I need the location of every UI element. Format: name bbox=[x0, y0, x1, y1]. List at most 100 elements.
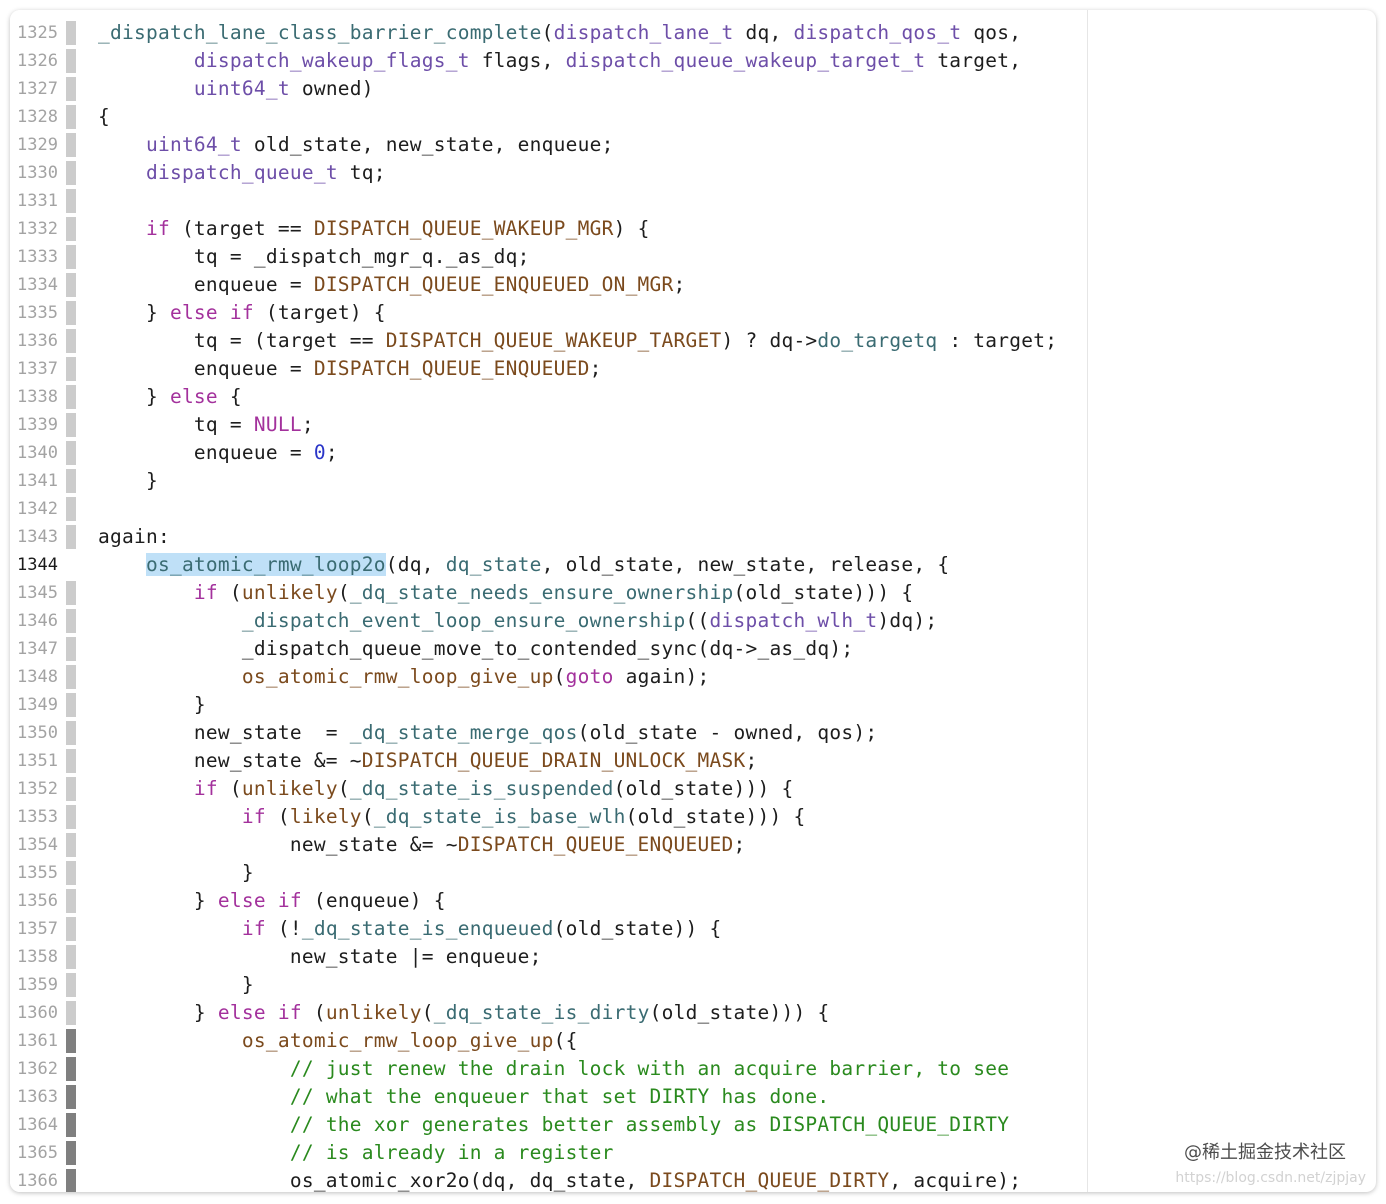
change-indicator-bar[interactable] bbox=[66, 1113, 76, 1137]
change-indicator-bar[interactable] bbox=[66, 357, 76, 381]
change-indicator-bar[interactable] bbox=[66, 693, 76, 717]
code-line[interactable]: os_atomic_rmw_loop_give_up(goto again); bbox=[98, 663, 710, 691]
change-indicator-bar[interactable] bbox=[66, 21, 76, 45]
code-line[interactable]: again: bbox=[98, 523, 170, 551]
change-indicator-bar[interactable] bbox=[66, 805, 76, 829]
code-line[interactable]: dispatch_queue_t tq; bbox=[98, 159, 386, 187]
line-number[interactable]: 1359 bbox=[10, 971, 58, 999]
change-indicator-bar[interactable] bbox=[66, 721, 76, 745]
code-line[interactable]: } bbox=[98, 691, 206, 719]
code-line[interactable]: tq = (target == DISPATCH_QUEUE_WAKEUP_TA… bbox=[98, 327, 1057, 355]
change-indicator-bar[interactable] bbox=[66, 161, 76, 185]
line-number[interactable]: 1342 bbox=[10, 495, 58, 523]
line-number[interactable]: 1353 bbox=[10, 803, 58, 831]
change-indicator-bar[interactable] bbox=[66, 189, 76, 213]
line-number[interactable]: 1328 bbox=[10, 103, 58, 131]
line-number[interactable]: 1325 bbox=[10, 19, 58, 47]
line-number[interactable]: 1326 bbox=[10, 47, 58, 75]
line-number[interactable]: 1327 bbox=[10, 75, 58, 103]
code-line[interactable]: _dispatch_event_loop_ensure_ownership((d… bbox=[98, 607, 937, 635]
code-line[interactable]: enqueue = DISPATCH_QUEUE_ENQUEUED_ON_MGR… bbox=[98, 271, 686, 299]
change-indicator-bar[interactable] bbox=[66, 525, 76, 549]
line-number[interactable]: 1348 bbox=[10, 663, 58, 691]
code-line[interactable]: dispatch_wakeup_flags_t flags, dispatch_… bbox=[98, 47, 1021, 75]
change-indicator-bar[interactable] bbox=[66, 413, 76, 437]
change-indicator-bar[interactable] bbox=[66, 217, 76, 241]
code-line[interactable]: tq = NULL; bbox=[98, 411, 314, 439]
change-indicator-bar[interactable] bbox=[66, 273, 76, 297]
code-line[interactable]: os_atomic_rmw_loop2o(dq, dq_state, old_s… bbox=[98, 551, 949, 579]
line-number[interactable]: 1333 bbox=[10, 243, 58, 271]
code-line[interactable]: if (target == DISPATCH_QUEUE_WAKEUP_MGR)… bbox=[98, 215, 650, 243]
change-indicator-bar[interactable] bbox=[66, 441, 76, 465]
code-line[interactable]: if (unlikely(_dq_state_is_suspended(old_… bbox=[98, 775, 793, 803]
change-indicator-bar[interactable] bbox=[66, 329, 76, 353]
change-indicator-bar[interactable] bbox=[66, 469, 76, 493]
code-line[interactable]: os_atomic_xor2o(dq, dq_state, DISPATCH_Q… bbox=[98, 1167, 1021, 1192]
code-line[interactable]: } bbox=[98, 971, 254, 999]
code-line[interactable]: new_state &= ~DISPATCH_QUEUE_DRAIN_UNLOC… bbox=[98, 747, 757, 775]
line-number[interactable]: 1349 bbox=[10, 691, 58, 719]
line-number[interactable]: 1364 bbox=[10, 1111, 58, 1139]
change-indicator-bar[interactable] bbox=[66, 1029, 76, 1053]
code-line[interactable]: new_state |= enqueue; bbox=[98, 943, 542, 971]
code-line[interactable]: // is already in a register bbox=[98, 1139, 614, 1167]
change-indicator-bar[interactable] bbox=[66, 777, 76, 801]
change-indicator-bar[interactable] bbox=[66, 861, 76, 885]
code-line[interactable]: // just renew the drain lock with an acq… bbox=[98, 1055, 1009, 1083]
line-number[interactable]: 1332 bbox=[10, 215, 58, 243]
code-line[interactable]: } else if (enqueue) { bbox=[98, 887, 446, 915]
change-indicator-bar[interactable] bbox=[66, 1057, 76, 1081]
code-line[interactable]: } else if (unlikely(_dq_state_is_dirty(o… bbox=[98, 999, 829, 1027]
line-number[interactable]: 1341 bbox=[10, 467, 58, 495]
change-indicator-bar[interactable] bbox=[66, 889, 76, 913]
code-line[interactable]: _dispatch_lane_class_barrier_complete(di… bbox=[98, 19, 1021, 47]
line-number[interactable]: 1352 bbox=[10, 775, 58, 803]
change-indicator-bar[interactable] bbox=[66, 833, 76, 857]
code-line[interactable]: uint64_t old_state, new_state, enqueue; bbox=[98, 131, 614, 159]
line-number[interactable]: 1336 bbox=[10, 327, 58, 355]
code-line[interactable]: new_state &= ~DISPATCH_QUEUE_ENQUEUED; bbox=[98, 831, 745, 859]
change-indicator-bar[interactable] bbox=[66, 497, 76, 521]
change-indicator-bar[interactable] bbox=[66, 245, 76, 269]
code-line[interactable]: _dispatch_queue_move_to_contended_sync(d… bbox=[98, 635, 853, 663]
line-number[interactable]: 1344 bbox=[10, 551, 58, 579]
line-number[interactable]: 1358 bbox=[10, 943, 58, 971]
line-number[interactable]: 1346 bbox=[10, 607, 58, 635]
line-number[interactable]: 1360 bbox=[10, 999, 58, 1027]
code-line[interactable]: } else if (target) { bbox=[98, 299, 386, 327]
line-number[interactable]: 1329 bbox=[10, 131, 58, 159]
line-number[interactable]: 1340 bbox=[10, 439, 58, 467]
line-number[interactable]: 1347 bbox=[10, 635, 58, 663]
change-indicator-bar[interactable] bbox=[66, 385, 76, 409]
line-number[interactable]: 1365 bbox=[10, 1139, 58, 1167]
change-indicator-bar[interactable] bbox=[66, 637, 76, 661]
code-line[interactable]: tq = _dispatch_mgr_q._as_dq; bbox=[98, 243, 530, 271]
line-number[interactable]: 1351 bbox=[10, 747, 58, 775]
line-number[interactable]: 1331 bbox=[10, 187, 58, 215]
code-line[interactable]: if (unlikely(_dq_state_needs_ensure_owne… bbox=[98, 579, 913, 607]
line-number[interactable]: 1362 bbox=[10, 1055, 58, 1083]
change-indicator-bar[interactable] bbox=[66, 77, 76, 101]
change-indicator-bar[interactable] bbox=[66, 609, 76, 633]
change-indicator-bar[interactable] bbox=[66, 105, 76, 129]
line-number[interactable]: 1335 bbox=[10, 299, 58, 327]
change-indicator-bar[interactable] bbox=[66, 665, 76, 689]
change-indicator-bar[interactable] bbox=[66, 49, 76, 73]
line-number[interactable]: 1356 bbox=[10, 887, 58, 915]
line-number-gutter[interactable]: 1325 1326 1327 1328 1329 1330 1331 1332 1333 1334… bbox=[10, 10, 80, 1192]
line-number[interactable]: 1339 bbox=[10, 411, 58, 439]
code-line[interactable]: // what the enqueuer that set DIRTY has … bbox=[98, 1083, 829, 1111]
change-indicator-bar[interactable] bbox=[66, 1001, 76, 1025]
code-line[interactable]: } else { bbox=[98, 383, 242, 411]
change-indicator-bar[interactable] bbox=[66, 581, 76, 605]
line-number[interactable]: 1337 bbox=[10, 355, 58, 383]
change-indicator-bar[interactable] bbox=[66, 133, 76, 157]
code-line[interactable]: uint64_t owned) bbox=[98, 75, 374, 103]
line-number[interactable]: 1355 bbox=[10, 859, 58, 887]
line-number[interactable]: 1357 bbox=[10, 915, 58, 943]
change-indicator-bar[interactable] bbox=[66, 301, 76, 325]
code-line[interactable]: { bbox=[98, 103, 110, 131]
line-number[interactable]: 1334 bbox=[10, 271, 58, 299]
line-number[interactable]: 1366 bbox=[10, 1167, 58, 1192]
